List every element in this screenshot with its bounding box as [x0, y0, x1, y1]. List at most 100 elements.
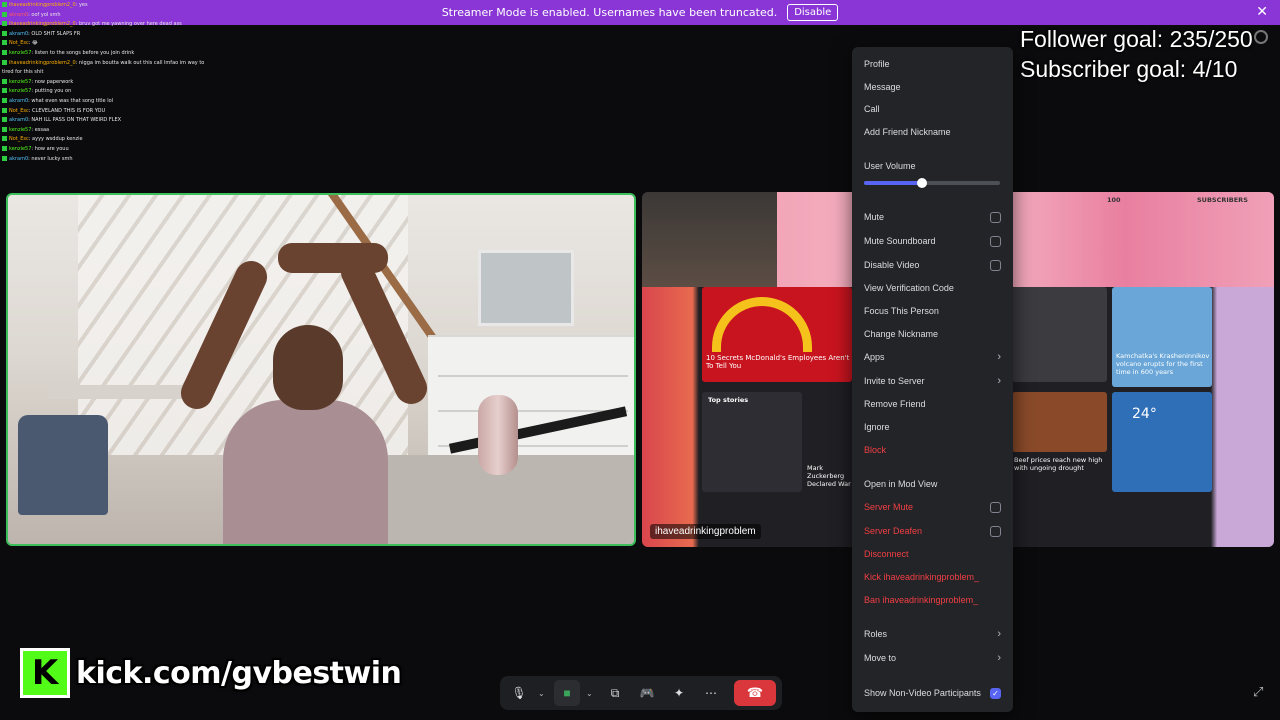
menu-item-kick-ihaveadrinkingproblem[interactable]: Kick ihaveadrinkingproblem_ [864, 568, 1001, 586]
user-volume-slider[interactable] [864, 178, 1000, 188]
menu-item-mute-soundboard[interactable]: Mute Soundboard [864, 232, 1001, 250]
menu-item-server-mute[interactable]: Server Mute [864, 498, 1001, 516]
menu-item-roles[interactable]: Roles › [864, 625, 1001, 643]
camera-icon[interactable]: ■ [554, 680, 580, 706]
chat-message: akram0: never lucky smh [2, 155, 262, 165]
chat-badge-icon [2, 11, 7, 17]
checkbox-icon[interactable] [990, 211, 1001, 223]
checkbox-icon[interactable] [990, 501, 1001, 513]
chat-overlay: ihaveadrinkingproblem2_0: yes akram0: oof… [2, 0, 262, 164]
chat-username[interactable]: Not_Esc [9, 40, 29, 46]
menu-item-label: Roles [864, 629, 888, 639]
volume-fill [864, 181, 923, 185]
menu-item-apps[interactable]: Apps › [864, 348, 1001, 366]
menu-item-label: Profile [864, 59, 890, 69]
chat-badge-icon [2, 126, 7, 132]
subscriber-goal: Subscriber goal: 4/10 [1020, 56, 1238, 82]
menu-item-label: Server Deafen [864, 526, 923, 536]
menu-item-mute[interactable]: Mute [864, 208, 1001, 226]
menu-item-disconnect[interactable]: Disconnect [864, 545, 1001, 563]
menu-item-open-in-mod-view[interactable]: Open in Mod View [864, 475, 1001, 493]
chat-username[interactable]: kenzie57 [9, 79, 31, 85]
chat-message: akram0: NAH ILL PASS ON THAT WEIRD FLEX [2, 116, 262, 126]
menu-item-message[interactable]: Message [864, 78, 1001, 96]
activity-icon[interactable]: 🎮 [634, 680, 660, 706]
screenshare-tab-label: SUBSCRIBERS [1197, 196, 1248, 204]
chat-username[interactable]: Not_Esc [9, 136, 29, 142]
background-chair [18, 415, 108, 515]
menu-item-ban-ihaveadrinkingproblem[interactable]: Ban ihaveadrinkingproblem_ [864, 591, 1001, 609]
close-icon[interactable]: ✕ [1256, 4, 1268, 20]
menu-item-add-friend-nickname[interactable]: Add Friend Nickname [864, 123, 1001, 141]
menu-item-move-to[interactable]: Move to › [864, 649, 1001, 667]
menu-item-label: View Verification Code [864, 283, 954, 293]
menu-item-invite-to-server[interactable]: Invite to Server › [864, 372, 1001, 390]
checkbox-icon[interactable] [990, 259, 1001, 271]
menu-item-remove-friend[interactable]: Remove Friend [864, 395, 1001, 413]
disable-streamer-mode-button[interactable]: Disable [787, 4, 839, 21]
camera-options-chevron-icon[interactable]: ⌄ [586, 689, 596, 698]
chat-username[interactable]: ihaveadrinkingproblem2_0 [9, 21, 76, 27]
menu-item-focus-this-person[interactable]: Focus This Person [864, 302, 1001, 320]
disconnect-call-button[interactable]: ☎ [734, 680, 776, 706]
microphone-icon[interactable]: 🎙 [506, 680, 532, 706]
follower-goal: Follower goal: 235/250 [1020, 26, 1253, 52]
menu-item-block[interactable]: Block [864, 441, 1001, 459]
menu-item-change-nickname[interactable]: Change Nickname [864, 325, 1001, 343]
screenshare-count: 100 [1107, 196, 1121, 204]
chat-text: : 😂 [28, 40, 38, 47]
menu-item-label: Message [864, 82, 901, 92]
menu-item-label: Show Non-Video Participants [864, 688, 981, 698]
chat-text: : now paperwork [31, 78, 74, 85]
chat-username[interactable]: kenzie57 [9, 127, 31, 133]
chat-username[interactable]: akram0 [9, 12, 28, 18]
fullscreen-icon[interactable]: ⤢ [1253, 684, 1263, 700]
chat-username[interactable]: ihaveadrinkingproblem2_0 [9, 60, 76, 66]
chat-username[interactable]: akram0 [9, 156, 28, 162]
chat-badge-icon [2, 40, 7, 46]
menu-item-call[interactable]: Call [864, 100, 1001, 118]
chat-text: : yes [75, 2, 88, 8]
chevron-right-icon: › [997, 351, 1001, 363]
menu-item-ignore[interactable]: Ignore [864, 418, 1001, 436]
chevron-right-icon: › [997, 652, 1001, 664]
mic-options-chevron-icon[interactable]: ⌄ [538, 689, 548, 698]
menu-item-server-deafen[interactable]: Server Deafen [864, 522, 1001, 540]
checkbox-icon[interactable]: ✓ [990, 687, 1001, 699]
chat-badge-icon [2, 136, 7, 142]
goals-overlay: Follower goal: 235/250 Subscriber goal: … [1020, 24, 1253, 84]
video-tile-webcam[interactable] [6, 193, 636, 546]
chat-username[interactable]: akram0 [9, 98, 28, 104]
chat-text: : what even was that song title lol [28, 97, 114, 104]
chat-message: kenzie57: putting you on [2, 87, 262, 97]
chat-username[interactable]: ihaveadrinkingproblem2_0 [9, 2, 76, 8]
chat-username[interactable]: kenzie57 [9, 146, 31, 152]
volume-slider-handle[interactable] [917, 178, 928, 188]
chat-badge-icon [2, 21, 7, 27]
screen-share-icon[interactable]: ⧉ [602, 680, 628, 706]
news-card-2 [1012, 287, 1107, 382]
more-options-icon[interactable]: ⋯ [698, 680, 724, 706]
chat-message: kenzie57: essaa [2, 126, 262, 136]
chat-username[interactable]: akram0 [9, 31, 28, 37]
menu-item-show-non-video-participants[interactable]: Show Non-Video Participants ✓ [864, 684, 1001, 702]
checkbox-icon[interactable] [990, 235, 1001, 247]
menu-item-label: Mute Soundboard [864, 236, 936, 246]
chat-text: : listen to the songs before you join dr… [31, 49, 135, 56]
soundboard-icon[interactable]: ✦ [666, 680, 692, 706]
menu-item-profile[interactable]: Profile [864, 55, 1001, 73]
checkbox-icon[interactable] [990, 525, 1001, 537]
menu-item-view-verification-code[interactable]: View Verification Code [864, 279, 1001, 297]
chat-username[interactable]: Not_Esc [9, 108, 29, 114]
chat-text: : nigga im boutta walk out this call lmf… [75, 59, 205, 66]
chat-username[interactable]: kenzie57 [9, 50, 31, 56]
menu-item-disable-video[interactable]: Disable Video [864, 256, 1001, 274]
menu-item-label: Disable Video [864, 260, 920, 270]
kick-url: kick.com/gvbestwin [76, 655, 402, 691]
chat-username[interactable]: kenzie57 [9, 88, 31, 94]
menu-item-label: Kick ihaveadrinkingproblem_ [864, 572, 980, 582]
settings-icon[interactable] [1254, 30, 1268, 44]
news-headline: 10 Secrets McDonald's Employees Aren't T… [706, 354, 850, 370]
chat-text: : CLEVELAND THIS IS FOR YOU [28, 107, 106, 114]
chat-username[interactable]: akram0 [9, 117, 28, 123]
